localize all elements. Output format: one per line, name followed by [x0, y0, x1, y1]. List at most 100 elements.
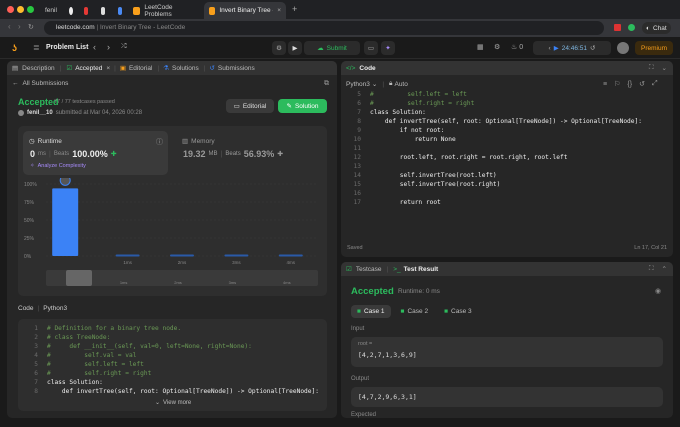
input-box: root = [4,2,7,1,3,6,9]	[351, 337, 663, 367]
extension-icon[interactable]	[614, 24, 621, 31]
language-value: Python3	[346, 80, 370, 88]
case-3-tab[interactable]: ■ Case 3	[438, 305, 478, 318]
address-bar: ‹ › ↻ leetcode.com | Invert Binary Tree …	[0, 19, 680, 37]
tab-testcase[interactable]: Testcase	[356, 266, 382, 273]
view-more-button[interactable]: ⌄ View more	[155, 399, 191, 407]
submission-status: Accepted	[18, 97, 59, 107]
forward-icon[interactable]: ›	[18, 22, 21, 31]
shield-icon[interactable]	[628, 24, 635, 31]
editorial-button[interactable]: ▭ Editorial	[226, 99, 274, 113]
pinned-tab-calendar[interactable]	[113, 2, 127, 19]
problem-list-link[interactable]: Problem List	[46, 44, 88, 51]
solution-button[interactable]: ✎ Solution	[278, 99, 327, 113]
close-tab-icon[interactable]: ×	[277, 7, 281, 14]
overview-handle	[66, 270, 92, 286]
auto-mode-toggle[interactable]: 🔒︎ Auto	[389, 80, 408, 88]
docs-icon	[101, 6, 105, 15]
line-number: 4	[34, 352, 38, 359]
profile-tab[interactable]: fenil	[40, 2, 64, 19]
runtime-box[interactable]: ◷ Runtime ⓘ 0 ms | Beats 100.00% ✚ ✧ Analy…	[23, 131, 168, 175]
tab-leetcode-problems[interactable]: LeetCode Problems	[128, 2, 202, 19]
runtime-distribution-chart: 100% 75% 50% 25% 0% 1ms 2ms 3ms 4ms 1ms 2ms 3ms 4ms	[24, 178, 318, 286]
bookmark-icon[interactable]: ⚐	[614, 80, 620, 88]
memory-label: Memory	[191, 137, 215, 145]
maximize-icon[interactable]: ⛶	[649, 64, 654, 72]
avatar[interactable]	[617, 42, 629, 54]
ai-icon[interactable]: ✦	[381, 41, 395, 55]
layout-icon[interactable]: ▦	[477, 43, 484, 51]
link-icon[interactable]: ⧉	[324, 80, 329, 88]
maximize-window-icon[interactable]	[27, 6, 34, 13]
pinned-tab-github[interactable]	[64, 2, 78, 19]
expand-icon[interactable]: ⤢	[652, 80, 658, 88]
code-line: 10 return None	[341, 135, 673, 144]
tab-test-result[interactable]: Test Result	[404, 266, 439, 273]
solution-label: Solution	[294, 102, 319, 110]
code-line: 9 if not root:	[341, 126, 673, 135]
braces-icon[interactable]: {}	[627, 81, 632, 88]
x-tick-label: 1ms	[123, 260, 132, 265]
premium-button[interactable]: Premium	[635, 41, 673, 55]
code-line: 3 # def __init__(self, val=0, left=None, …	[18, 342, 327, 351]
back-icon[interactable]: ‹	[8, 22, 11, 31]
terminal-icon: >_	[393, 265, 401, 273]
submit-button[interactable]: ☁ Submit	[304, 41, 360, 55]
tab-submissions[interactable]: Submissions	[218, 65, 255, 72]
url-field[interactable]: leetcode.com | Invert Binary Tree - Leet…	[44, 21, 604, 35]
line-number: 7	[357, 109, 361, 116]
left-panel: ▤ Description | ☑ Accepted × | ▣ Editori…	[7, 61, 337, 418]
tab-invert-binary-tree[interactable]: Invert Binary Tree - Lee ×	[204, 2, 286, 19]
output-value: [4,7,2,9,6,3,1]	[358, 393, 417, 401]
all-submissions-link[interactable]: ← All Submissions	[12, 80, 68, 87]
list-icon[interactable]: ≣	[33, 43, 40, 52]
minimize-window-icon[interactable]	[17, 6, 24, 13]
pinned-tab-docs[interactable]	[96, 2, 110, 19]
memory-box[interactable]: ▥ Memory 19.32 MB | Beats 56.93% ✚	[176, 131, 321, 175]
prev-problem-icon[interactable]: ‹	[93, 42, 96, 52]
leetcode-logo-icon[interactable]: ʖ	[12, 43, 17, 53]
reset-timer-icon: ↺	[590, 45, 596, 52]
username[interactable]: fenil__10	[27, 110, 53, 116]
pinned-tab-youtube[interactable]	[79, 2, 93, 19]
streak-counter[interactable]: ♨ 0	[511, 43, 523, 52]
description-icon: ▤	[12, 65, 19, 72]
language-select[interactable]: Python3 ⌄	[346, 80, 377, 89]
line-number: 15	[353, 181, 361, 188]
runtime-unit: ms	[38, 151, 47, 157]
chart-bar	[115, 254, 140, 257]
code-text: self.invertTree(root.right)	[370, 181, 501, 188]
tab-accepted[interactable]: Accepted	[75, 65, 102, 72]
settings-icon[interactable]: ⚙	[494, 43, 500, 51]
tab-solutions[interactable]: Solutions	[172, 65, 199, 72]
editorial-label: Editorial	[242, 102, 267, 110]
tab-description[interactable]: Description	[22, 65, 55, 72]
shuffle-icon[interactable]: ⤮	[121, 43, 127, 51]
maximize-icon[interactable]: ⛶	[649, 265, 654, 273]
code-line: 6 # self.right = right	[18, 369, 327, 378]
reload-icon[interactable]: ↻	[28, 23, 34, 31]
info-icon[interactable]: ⓘ	[156, 137, 163, 147]
eye-icon[interactable]: ◉	[655, 287, 661, 295]
debug-icon[interactable]: ⚙	[272, 41, 286, 55]
code-text: if not root:	[370, 127, 445, 134]
analyze-complexity-link[interactable]: ✧ Analyze Complexity	[30, 163, 86, 169]
run-button[interactable]: ▶	[288, 41, 302, 55]
case-2-tab[interactable]: ■ Case 2	[395, 305, 435, 318]
x-tick-label: 2ms	[178, 260, 187, 265]
new-tab-icon[interactable]: +	[292, 4, 297, 14]
case-1-tab[interactable]: ■ Case 1	[351, 305, 391, 318]
notes-icon[interactable]: ▭	[364, 41, 378, 55]
reset-icon[interactable]: ↺	[639, 80, 645, 88]
line-number: 8	[34, 388, 38, 395]
timer[interactable]: ‹ ▶ 24:46:51 ↺	[533, 41, 611, 55]
close-window-icon[interactable]	[7, 6, 14, 13]
close-tab-icon[interactable]: ×	[106, 65, 110, 72]
timer-value: 24:46:51	[561, 44, 588, 52]
next-problem-icon[interactable]: ›	[107, 42, 110, 52]
text-format-icon[interactable]: ≡	[603, 81, 607, 88]
code-editor[interactable]: 5 # self.left = left 6 # self.right = right…	[341, 90, 673, 240]
collapse-icon[interactable]: ⌄	[662, 64, 667, 72]
chat-button[interactable]: ◐ Chat	[642, 22, 671, 34]
collapse-icon[interactable]: ⌃	[662, 265, 667, 273]
tab-editorial[interactable]: Editorial	[129, 65, 152, 72]
